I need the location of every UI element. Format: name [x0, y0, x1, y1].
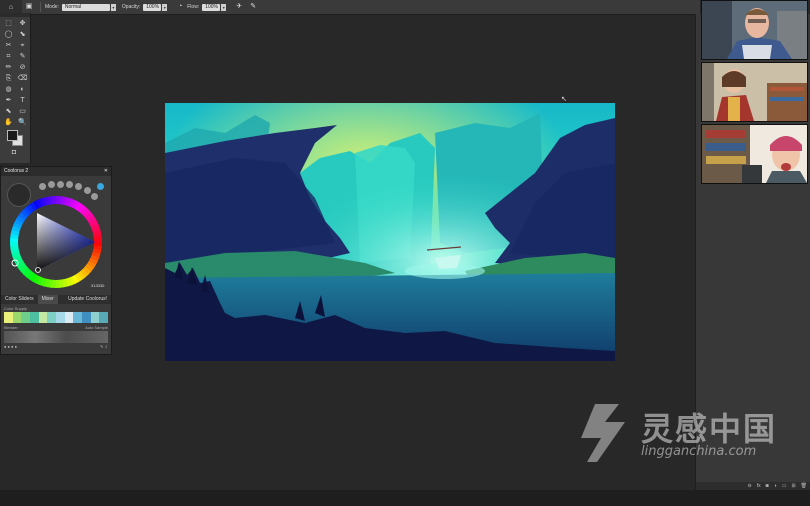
- mode-select[interactable]: Normal: [61, 3, 110, 11]
- document-canvas[interactable]: [165, 103, 615, 361]
- tool-button[interactable]: ⊘: [16, 63, 29, 73]
- brush-preset-icon[interactable]: ⌂: [0, 0, 22, 14]
- chevron-down-icon[interactable]: ▾: [162, 3, 168, 11]
- webcam-feed-2: [701, 62, 808, 122]
- swatch-dots[interactable]: ● ● ● ●: [4, 344, 17, 350]
- tool-button[interactable]: ◐: [16, 85, 29, 95]
- mode-dot[interactable]: [66, 181, 73, 188]
- tool-button[interactable]: ✂: [2, 41, 15, 51]
- palette-swatch[interactable]: [99, 312, 109, 323]
- opacity-field[interactable]: 100%: [143, 3, 162, 11]
- options-bar: ⌂ ▣ Mode: Normal ▾ Opacity: 100% ▾ ◔ Flo…: [0, 0, 700, 15]
- brightness-shade: [37, 213, 95, 271]
- update-coolorus-link[interactable]: Update Coolorus!: [64, 295, 111, 304]
- palette-swatch[interactable]: [12, 312, 22, 323]
- layer-action-icon[interactable]: ⊞: [791, 482, 795, 490]
- watermark-logo-icon: [581, 404, 625, 462]
- chevron-down-icon[interactable]: ▾: [110, 3, 116, 11]
- mode-dot[interactable]: [48, 181, 55, 188]
- palette-swatch[interactable]: [21, 312, 31, 323]
- color-supply-label: Color Supply: [4, 306, 27, 311]
- layer-action-icon[interactable]: ⊖: [748, 482, 752, 490]
- hex-value[interactable]: 313330: [91, 283, 104, 288]
- panel-title: Coolorus 2: [4, 168, 29, 174]
- coolorus-footer: ● ● ● ● ✎ ⇩: [4, 344, 108, 350]
- palette-swatch[interactable]: [47, 312, 57, 323]
- tool-button[interactable]: ⬊: [16, 30, 29, 40]
- palette-swatch[interactable]: [82, 312, 91, 323]
- coolorus-tabs: Color Sliders Mixer Update Coolorus!: [1, 295, 111, 304]
- pressure-size-icon[interactable]: ✎: [249, 3, 257, 11]
- tool-button[interactable]: ✋: [2, 118, 15, 128]
- layer-action-icon[interactable]: 🗑: [801, 482, 807, 490]
- flow-field[interactable]: 100%: [202, 3, 221, 11]
- chevron-down-icon[interactable]: ▾: [221, 3, 227, 11]
- close-icon[interactable]: ✕: [104, 167, 108, 176]
- tool-button[interactable]: ✏: [2, 63, 15, 73]
- hue-segment[interactable]: [93, 237, 102, 243]
- airbrush-icon[interactable]: ✈: [235, 3, 243, 11]
- tool-button[interactable]: ⬚: [2, 19, 15, 29]
- pressure-opacity-icon[interactable]: ◔: [176, 3, 184, 11]
- tool-button[interactable]: 🔍: [16, 118, 29, 128]
- layer-action-icon[interactable]: ▭: [782, 482, 787, 490]
- palette-swatch[interactable]: [30, 312, 39, 323]
- webcam-feed-3: [701, 124, 808, 184]
- mode-label: Mode:: [45, 4, 59, 10]
- webcam-feed-1: [701, 0, 808, 60]
- palette-swatch[interactable]: [38, 312, 48, 323]
- divider: [40, 2, 41, 12]
- tool-button[interactable]: ⌫: [16, 74, 29, 84]
- palette-swatch[interactable]: [56, 312, 65, 323]
- palette-swatch[interactable]: [90, 312, 100, 323]
- coolorus-panel: Coolorus 2 ✕ 313330 Color Sliders Mixer …: [0, 166, 112, 355]
- coolorus-header[interactable]: Coolorus 2 ✕: [1, 167, 111, 176]
- mode-dot[interactable]: [57, 181, 64, 188]
- mode-dot[interactable]: [39, 183, 46, 190]
- layers-footer: ⊖ fx ◙ ◑ ▭ ⊞ 🗑: [696, 482, 810, 490]
- footer-icons[interactable]: ✎ ⇩: [100, 344, 108, 350]
- mode-dot[interactable]: [75, 183, 82, 190]
- layer-action-icon[interactable]: fx: [757, 482, 761, 490]
- palette-swatch[interactable]: [73, 312, 83, 323]
- tools-panel: ⬚ ✥ ◯ ⬊ ✂ ⌖ ⌗ ✎ ✏ ⊘ ⎘ ⌫ ◍ ◐ ✒ T ⬉ ▭ ✋ 🔍 ◘: [0, 13, 31, 163]
- mixer-area[interactable]: [4, 331, 108, 343]
- layer-action-icon[interactable]: ◙: [766, 482, 769, 490]
- blender-label: Blender: [4, 325, 18, 330]
- bottom-bar: [0, 490, 810, 506]
- tool-button[interactable]: ✥: [16, 19, 29, 29]
- tool-button[interactable]: ✎: [16, 52, 29, 62]
- opacity-label: Opacity:: [121, 4, 141, 10]
- tab-color-sliders[interactable]: Color Sliders: [1, 295, 38, 304]
- flow-label: Flow:: [187, 4, 200, 10]
- tool-button[interactable]: ◯: [2, 30, 15, 40]
- tool-button[interactable]: ◍: [2, 85, 15, 95]
- palette-swatch[interactable]: [64, 312, 74, 323]
- tab-mixer[interactable]: Mixer: [37, 295, 58, 304]
- layer-action-icon[interactable]: ◑: [774, 482, 777, 490]
- quick-mask-icon[interactable]: ◘: [5, 149, 23, 157]
- foreground-color-swatch[interactable]: [7, 130, 18, 141]
- auto-sample-label[interactable]: Auto Sample: [85, 325, 108, 330]
- tool-grid: ⬚ ✥ ◯ ⬊ ✂ ⌖ ⌗ ✎ ✏ ⊘ ⎘ ⌫ ◍ ◐ ✒ T ⬉ ▭ ✋ 🔍: [0, 17, 30, 130]
- tool-button[interactable]: ⎘: [2, 74, 15, 84]
- color-palette[interactable]: [4, 312, 109, 323]
- tool-button[interactable]: T: [16, 96, 29, 106]
- watermark-domain-text: lingganchina.com: [641, 444, 757, 459]
- color-wheel[interactable]: [7, 193, 105, 291]
- brush-panel-icon[interactable]: ▣: [25, 3, 33, 11]
- tool-button[interactable]: ✒: [2, 96, 15, 106]
- tool-button[interactable]: ▭: [16, 107, 29, 117]
- tool-button[interactable]: ⌖: [16, 41, 29, 51]
- painting-image: [165, 103, 615, 361]
- blender-row: Blender Auto Sample: [4, 325, 108, 330]
- palette-swatch[interactable]: [4, 312, 13, 323]
- mouse-cursor-icon: ↖: [561, 96, 567, 103]
- tool-button[interactable]: ⌗: [2, 52, 15, 62]
- watermark: 灵感中国 lingganchina.com: [575, 400, 790, 466]
- settings-gear-icon[interactable]: [97, 183, 104, 190]
- tool-button[interactable]: ⬉: [2, 107, 15, 117]
